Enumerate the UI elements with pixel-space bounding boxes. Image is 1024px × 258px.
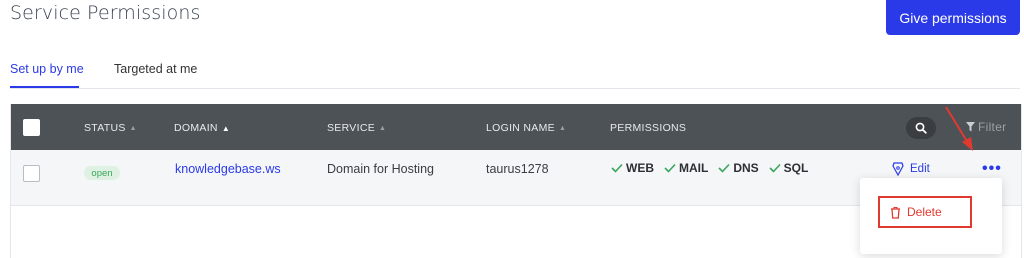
column-login-name-label: LOGIN NAME <box>486 122 555 134</box>
permission-dns-label: DNS <box>733 161 759 175</box>
login-name-cell: taurus1278 <box>486 162 549 176</box>
table-header: STATUS ▲ DOMAIN ▲ SERVICE ▲ LOGIN NAME ▲… <box>11 104 1021 150</box>
give-permissions-button[interactable]: Give permissions <box>886 0 1020 35</box>
column-status-label: STATUS <box>84 122 126 134</box>
column-permissions-label: PERMISSIONS <box>610 122 687 134</box>
row-actions-menu: Delete <box>860 178 1002 254</box>
column-service[interactable]: SERVICE ▲ <box>327 122 386 134</box>
pen-icon <box>892 162 904 176</box>
page-title: Service Permissions <box>10 2 201 24</box>
check-icon <box>769 163 781 173</box>
domain-link[interactable]: knowledgebase.ws <box>175 162 281 176</box>
column-service-label: SERVICE <box>327 122 376 134</box>
filter-label: Filter <box>978 120 1007 134</box>
column-permissions: PERMISSIONS <box>610 122 686 134</box>
sort-up-icon: ▲ <box>558 124 567 132</box>
delete-label: Delete <box>907 205 942 219</box>
service-cell: Domain for Hosting <box>327 162 434 176</box>
edit-button[interactable]: Edit <box>892 162 930 176</box>
more-actions-button[interactable]: ••• <box>982 160 1002 178</box>
permission-sql: SQL <box>769 161 809 175</box>
annotation-arrow-icon <box>945 106 973 151</box>
sort-up-icon: ▲ <box>221 123 231 133</box>
permission-web: WEB <box>611 161 654 175</box>
column-domain[interactable]: DOMAIN ▲ <box>174 122 230 134</box>
row-checkbox[interactable] <box>23 165 40 182</box>
check-icon <box>611 163 623 173</box>
permission-mail: MAIL <box>664 161 708 175</box>
select-all-checkbox[interactable] <box>23 119 40 136</box>
column-login-name[interactable]: LOGIN NAME ▲ <box>486 122 566 134</box>
permission-sql-label: SQL <box>783 161 809 175</box>
check-icon <box>718 163 730 173</box>
column-domain-label: DOMAIN <box>174 122 218 134</box>
edit-label: Edit <box>910 163 930 175</box>
sort-up-icon: ▲ <box>379 124 387 132</box>
tab-set-up-by-me[interactable]: Set up by me <box>10 62 84 76</box>
status-badge: open <box>84 166 120 180</box>
check-icon <box>664 163 676 173</box>
sort-up-icon: ▲ <box>129 124 137 132</box>
permissions-cell: WEB MAIL DNS SQL <box>611 161 808 175</box>
active-tab-indicator <box>10 86 79 88</box>
column-status[interactable]: STATUS ▲ <box>84 122 137 134</box>
permission-web-label: WEB <box>626 161 654 175</box>
search-icon <box>915 122 927 134</box>
delete-menu-item[interactable]: Delete <box>878 196 972 228</box>
permission-mail-label: MAIL <box>679 161 709 175</box>
tabs-bar: Set up by me Targeted at me <box>10 62 1020 89</box>
tab-targeted-at-me[interactable]: Targeted at me <box>114 62 197 76</box>
permission-dns: DNS <box>718 161 759 175</box>
search-button[interactable] <box>906 117 936 139</box>
trash-icon <box>891 206 900 219</box>
